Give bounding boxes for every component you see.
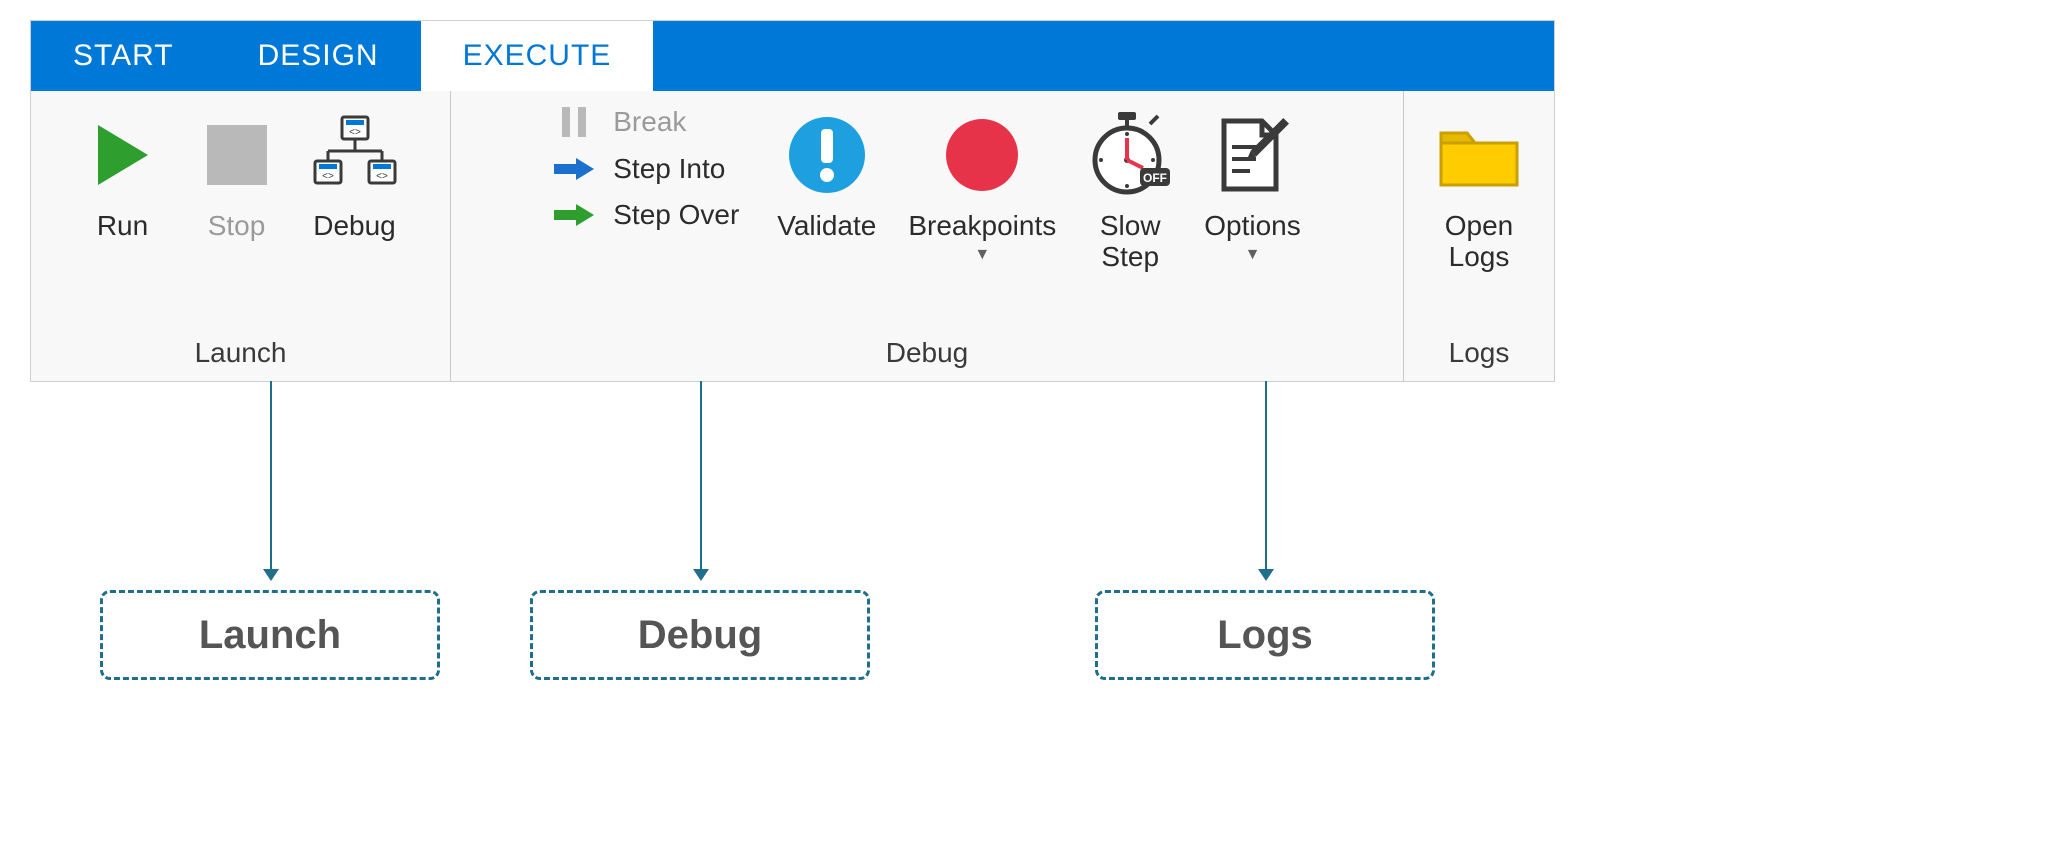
tab-design[interactable]: DESIGN	[216, 21, 421, 91]
stop-button[interactable]: Stop	[192, 99, 282, 248]
svg-text:OFF: OFF	[1143, 171, 1167, 185]
step-over-button[interactable]: Step Over	[549, 197, 749, 233]
slow-step-label: Slow Step	[1100, 211, 1161, 273]
svg-text:<>: <>	[376, 171, 388, 182]
validate-icon	[787, 105, 867, 205]
validate-button[interactable]: Validate	[773, 99, 880, 248]
step-over-icon	[549, 200, 599, 230]
ribbon-container: START DESIGN EXECUTE Run	[30, 20, 1555, 382]
arrowhead-icon	[1258, 569, 1274, 581]
callout-debug: Debug	[530, 590, 870, 680]
breakpoints-label: Breakpoints	[908, 211, 1056, 242]
stop-label: Stop	[208, 211, 266, 242]
callout-launch: Launch	[100, 590, 440, 680]
debug-button[interactable]: <> <> <> Debug	[306, 99, 404, 248]
run-label: Run	[97, 211, 148, 242]
chevron-down-icon: ▼	[1245, 246, 1261, 264]
debug-label: Debug	[313, 211, 396, 242]
callout-debug-label: Debug	[638, 613, 762, 658]
group-logs: Open Logs Logs	[1404, 91, 1554, 381]
step-over-label: Step Over	[613, 199, 739, 231]
group-debug-label: Debug	[886, 337, 969, 375]
folder-icon	[1435, 105, 1523, 205]
options-icon	[1210, 105, 1294, 205]
slow-step-button[interactable]: OFF Slow Step	[1084, 99, 1176, 279]
breakpoints-button[interactable]: Breakpoints ▼	[904, 99, 1060, 270]
stop-icon	[202, 105, 272, 205]
break-label: Break	[613, 106, 686, 138]
group-launch: Run Stop	[31, 91, 451, 381]
chevron-down-icon: ▼	[974, 246, 990, 264]
run-button[interactable]: Run	[78, 99, 168, 248]
debug-tree-icon: <> <> <>	[310, 105, 400, 205]
breakpoint-icon	[942, 105, 1022, 205]
group-logs-label: Logs	[1449, 337, 1510, 375]
svg-text:<>: <>	[322, 171, 334, 182]
step-into-button[interactable]: Step Into	[549, 151, 749, 187]
callout-line-debug	[700, 381, 702, 571]
options-button[interactable]: Options ▼	[1200, 99, 1305, 270]
break-button[interactable]: Break	[549, 103, 749, 141]
ribbon-body: Run Stop	[31, 91, 1554, 381]
callout-line-logs	[1265, 381, 1267, 571]
options-label: Options	[1204, 211, 1301, 242]
group-launch-label: Launch	[195, 337, 287, 375]
tab-bar: START DESIGN EXECUTE	[31, 21, 1554, 91]
step-into-icon	[549, 154, 599, 184]
arrowhead-icon	[263, 569, 279, 581]
pause-icon	[549, 105, 599, 139]
tab-start[interactable]: START	[31, 21, 216, 91]
callout-line-launch	[270, 381, 272, 571]
stopwatch-icon: OFF	[1088, 105, 1172, 205]
tab-execute[interactable]: EXECUTE	[421, 21, 654, 91]
callout-logs-label: Logs	[1217, 613, 1313, 658]
play-icon	[93, 105, 153, 205]
step-list: Break Step Into	[549, 99, 749, 233]
validate-label: Validate	[777, 211, 876, 242]
open-logs-button[interactable]: Open Logs	[1431, 99, 1527, 279]
group-debug: Break Step Into	[451, 91, 1404, 381]
arrowhead-icon	[693, 569, 709, 581]
open-logs-label: Open Logs	[1445, 211, 1514, 273]
svg-text:<>: <>	[349, 127, 361, 138]
callout-launch-label: Launch	[199, 613, 341, 658]
callout-logs: Logs	[1095, 590, 1435, 680]
step-into-label: Step Into	[613, 153, 725, 185]
